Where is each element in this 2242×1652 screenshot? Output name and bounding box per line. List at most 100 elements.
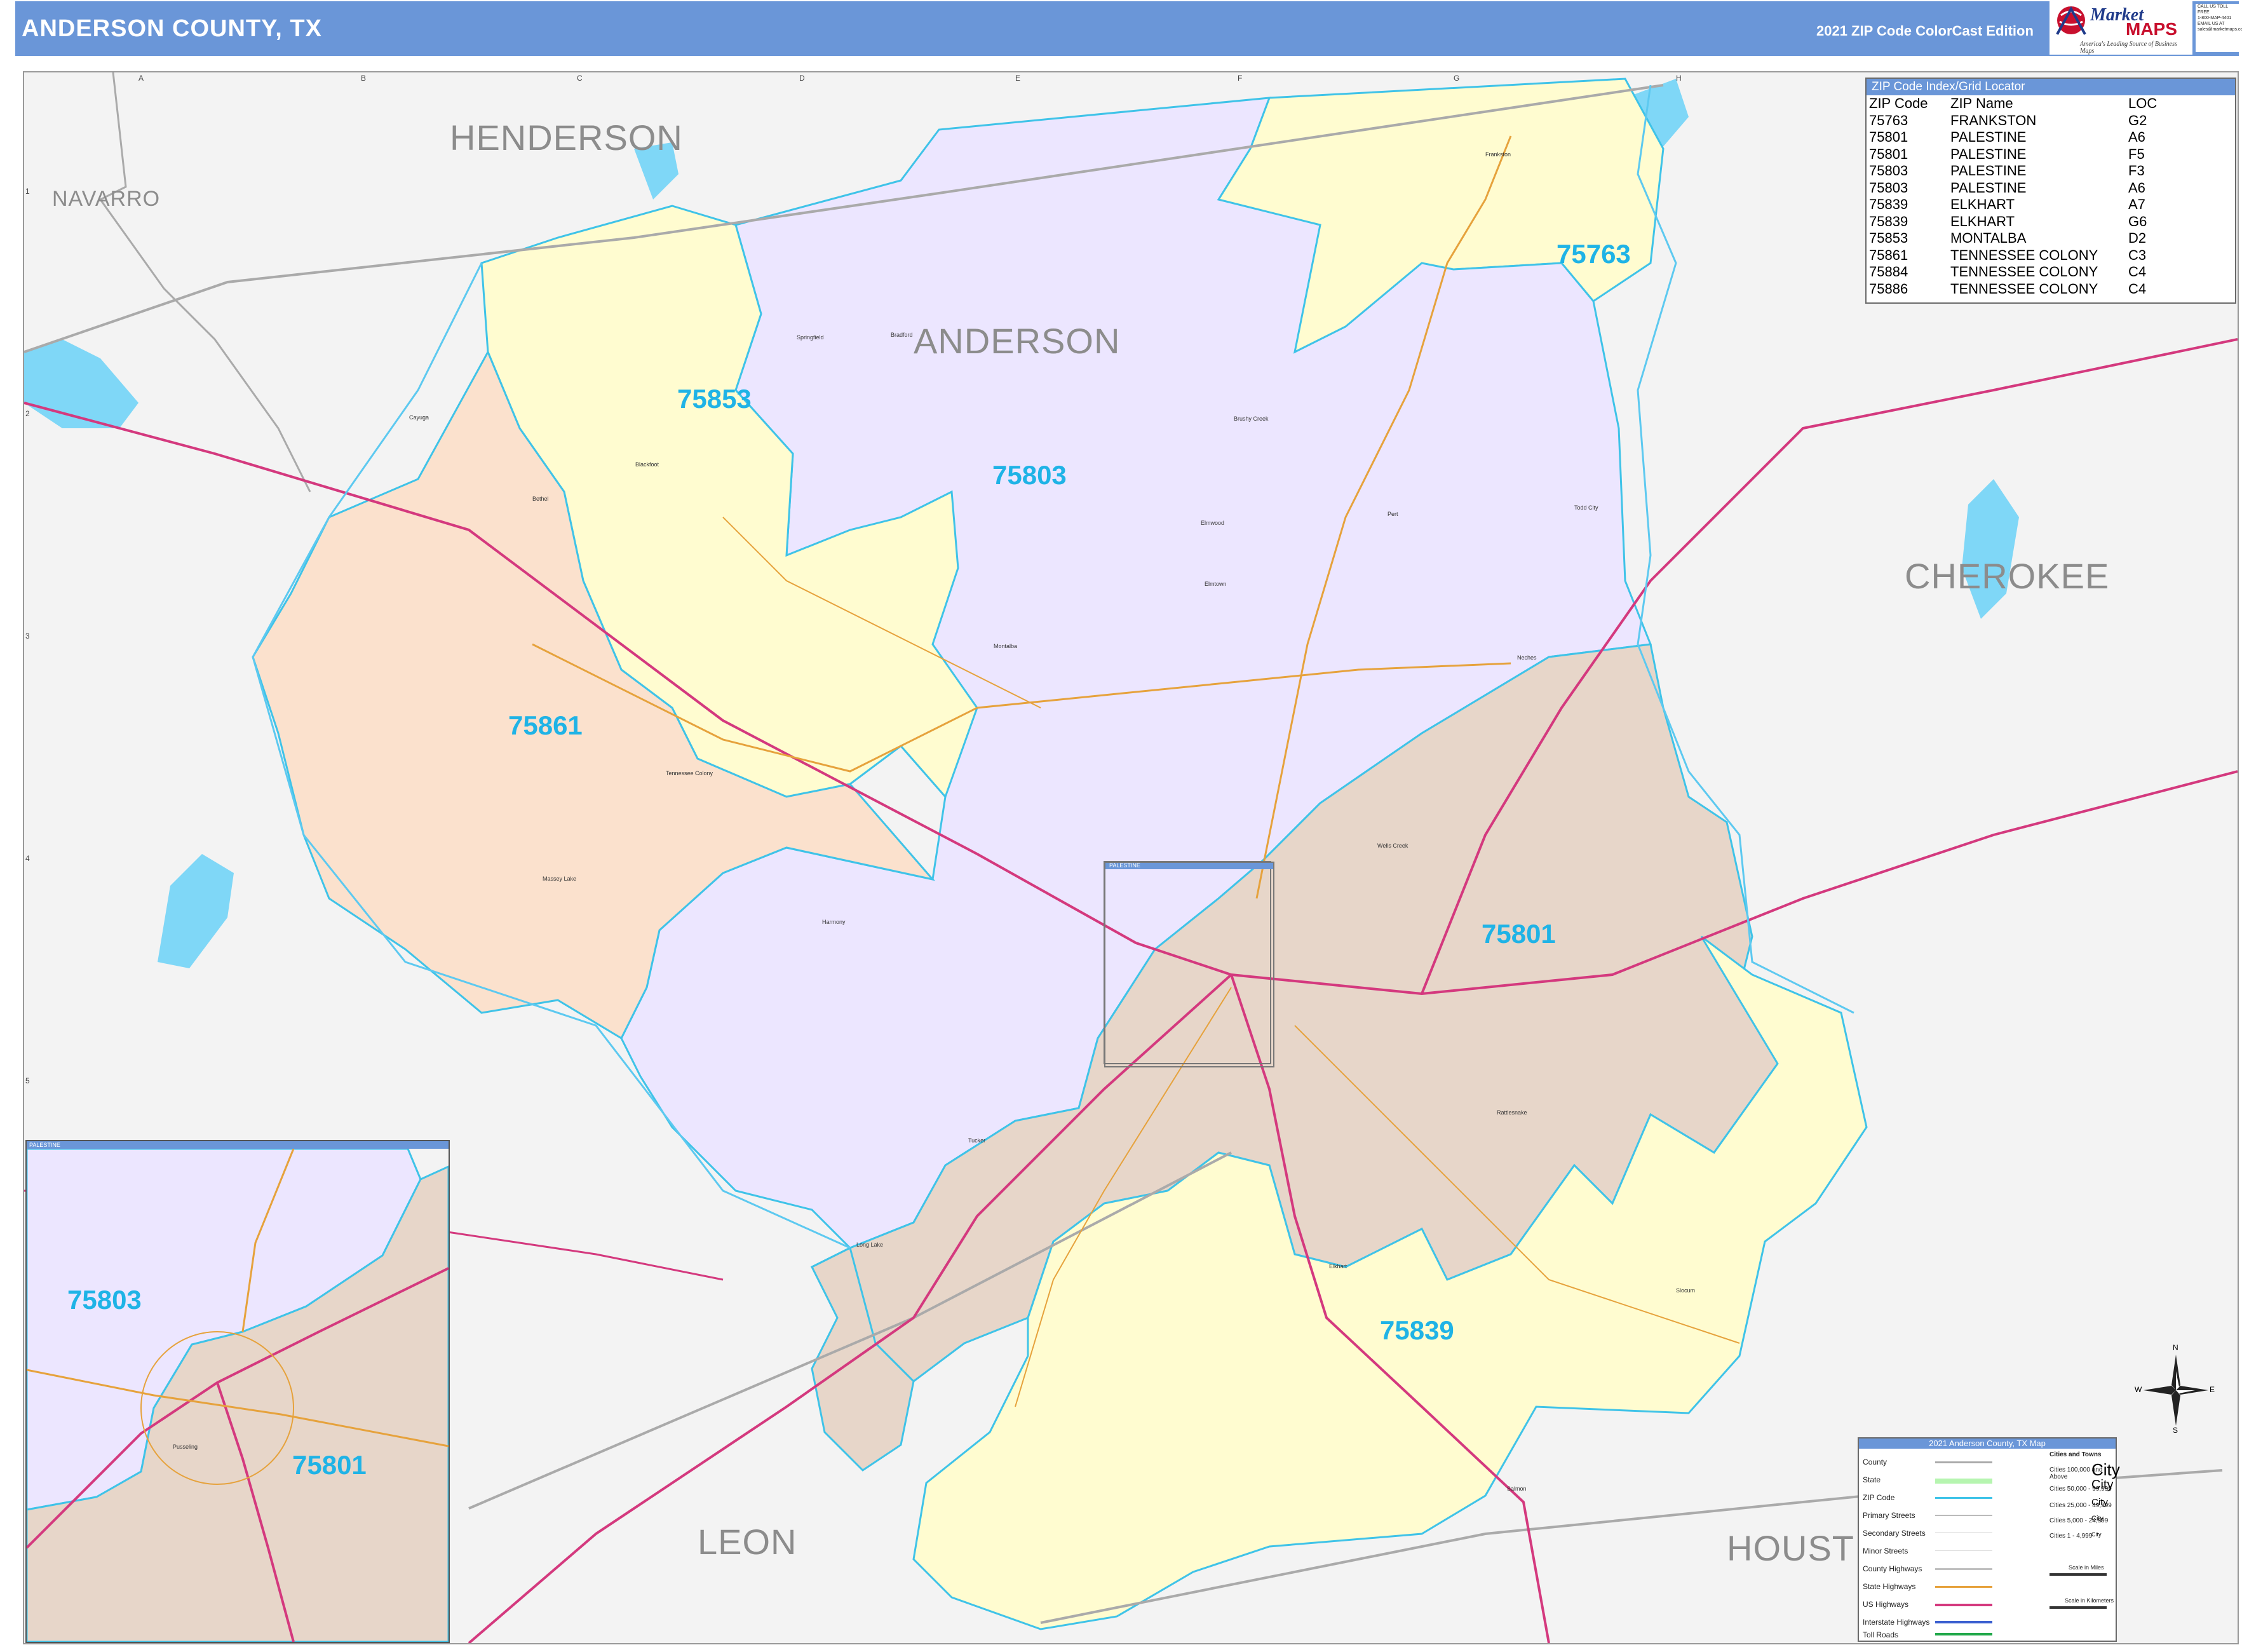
- grid-col-h: H: [1676, 74, 1682, 83]
- zip-cell: 75803: [1869, 163, 1908, 179]
- compass-n: N: [2173, 1343, 2178, 1352]
- town-label: Long Lake: [856, 1242, 884, 1248]
- inset-title: PALESTINE: [29, 1142, 60, 1148]
- loc-cell: C4: [2128, 264, 2147, 280]
- legend-primary-symbol: [1935, 1515, 1992, 1516]
- table-row: 75853 MONTALBA D2: [1869, 230, 2166, 247]
- edition-label: 2021 ZIP Code ColorCast Edition: [1816, 23, 2034, 39]
- name-cell: PALESTINE: [1950, 163, 2027, 179]
- grid-col-b: B: [361, 74, 367, 83]
- legend-county-hwy-symbol: [1935, 1568, 1992, 1570]
- town-label: Pert: [1388, 511, 1398, 517]
- name-cell: PALESTINE: [1950, 146, 2027, 162]
- grid-col-e: E: [1015, 74, 1021, 83]
- legend-county-symbol: [1935, 1461, 1992, 1463]
- county-label-houston: HOUST: [1727, 1528, 1854, 1568]
- legend-scale-bar-miles: [2050, 1573, 2107, 1576]
- grid-row-2: 2: [25, 409, 30, 418]
- zip-cell: 75803: [1869, 179, 1908, 196]
- grid-col-g: G: [1454, 74, 1460, 83]
- grid-row-3: 3: [25, 632, 30, 640]
- loc-cell: C3: [2128, 247, 2147, 263]
- loc-cell: G6: [2128, 213, 2147, 229]
- legend-city-glyph-xl: City: [2091, 1460, 2120, 1479]
- legend-row: Primary Streets: [1863, 1511, 1915, 1520]
- grid-col-a: A: [138, 74, 144, 83]
- town-label: Harmony: [822, 919, 846, 925]
- legend-minor-symbol: [1935, 1550, 1992, 1551]
- table-row: 75839 ELKHART A7: [1869, 196, 2166, 213]
- zip-cell: 75861: [1869, 247, 1908, 263]
- compass-icon: [2144, 1355, 2208, 1426]
- palestine-inset-map[interactable]: PALESTINE 75803 75801 Pusseling: [25, 1140, 450, 1643]
- contact-box: CALL US TOLL FREE 1-800-MAP-4401 EMAIL U…: [2196, 4, 2242, 52]
- table-row: 75763 FRANKSTON G2: [1869, 112, 2166, 130]
- grid-col-c: C: [577, 74, 583, 83]
- town-label: Todd City: [1574, 504, 1598, 511]
- legend-title: 2021 Anderson County, TX Map: [1859, 1439, 2116, 1449]
- zip-index-table: ZIP Code Index/Grid Locator ZIP Code ZIP…: [1865, 78, 2236, 304]
- loc-cell: F5: [2128, 146, 2145, 162]
- legend-interstate-symbol: [1935, 1621, 1992, 1623]
- town-label: Elmwood: [1201, 520, 1225, 526]
- name-cell: PALESTINE: [1950, 179, 2027, 196]
- town-label: Pusseling: [173, 1444, 198, 1450]
- table-row: 75801 PALESTINE A6: [1869, 129, 2166, 146]
- town-label: Brushy Creek: [1234, 416, 1269, 422]
- logo-tagline: America's Leading Source of Business Map…: [2080, 41, 2177, 55]
- compass-e: E: [2210, 1385, 2215, 1394]
- zip-cell: 75884: [1869, 264, 1908, 280]
- name-cell: ELKHART: [1950, 196, 2015, 212]
- name-cell: TENNESSEE COLONY: [1950, 280, 2098, 297]
- county-label-leon: LEON: [698, 1522, 797, 1562]
- palestine-locator-bar: PALESTINE: [1105, 862, 1273, 869]
- zip-index-grid: ZIP Code ZIP Name LOC 75763 FRANKSTON G2 7…: [1869, 95, 2166, 297]
- loc-cell: A6: [2128, 179, 2145, 196]
- map-title: ANDERSON COUNTY, TX: [22, 15, 322, 42]
- table-row: 75803 PALESTINE A6: [1869, 180, 2166, 197]
- zip-cell: 75801: [1869, 146, 1908, 162]
- town-label: Blackfoot: [635, 461, 659, 468]
- town-label: Elmtown: [1205, 581, 1227, 587]
- town-label: Wells Creek: [1377, 843, 1408, 849]
- town-label: Neches: [1517, 654, 1537, 661]
- name-cell: PALESTINE: [1950, 129, 2027, 145]
- legend-row: Toll Roads: [1863, 1630, 1899, 1639]
- name-cell: ELKHART: [1950, 213, 2015, 229]
- table-row: 75839 ELKHART G6: [1869, 213, 2166, 231]
- county-label-henderson: HENDERSON: [450, 118, 683, 158]
- column-header: ZIP Code: [1869, 95, 1928, 111]
- loc-cell: F3: [2128, 163, 2145, 179]
- legend-row: County: [1863, 1458, 1887, 1466]
- name-cell: TENNESSEE COLONY: [1950, 247, 2098, 263]
- legend-city-glyph-md: City: [2091, 1497, 2108, 1508]
- town-label: Tucker: [968, 1137, 986, 1144]
- compass-s: S: [2173, 1426, 2178, 1435]
- zip-label-75803: 75803: [992, 460, 1067, 490]
- county-label-navarro: NAVARRO: [52, 187, 161, 211]
- zip-label-75763: 75763: [1557, 239, 1631, 269]
- inset-title-bar: PALESTINE: [27, 1141, 449, 1149]
- legend-state-symbol: [1935, 1479, 1992, 1484]
- contact-line: 1-800-MAP-4401: [2198, 16, 2232, 20]
- legend-scale-miles: Scale in Miles: [2069, 1564, 2104, 1571]
- zip-cell: 75801: [1869, 129, 1908, 145]
- zip-cell: 75763: [1869, 112, 1908, 128]
- legend-row: Minor Streets: [1863, 1547, 1908, 1555]
- town-label: Bradford: [891, 332, 913, 338]
- town-label: Springfield: [797, 334, 824, 341]
- legend-row: State: [1863, 1475, 1881, 1484]
- palestine-locator-box[interactable]: PALESTINE: [1104, 862, 1274, 1067]
- map-legend: 2021 Anderson County, TX Map County Stat…: [1858, 1437, 2120, 1642]
- town-label: Slocum: [1676, 1287, 1696, 1294]
- loc-cell: G2: [2128, 112, 2147, 128]
- grid-row-1: 1: [25, 187, 30, 196]
- town-label: Elkhart: [1329, 1263, 1347, 1269]
- legend-row: Interstate Highways: [1863, 1618, 1930, 1627]
- inset-zip-label-75803: 75803: [67, 1285, 142, 1315]
- zip-cell: 75839: [1869, 213, 1908, 229]
- market-maps-logo[interactable]: Market MAPS America's Leading Source of …: [2050, 0, 2192, 55]
- town-label: Rattlesnake: [1497, 1109, 1527, 1116]
- legend-row: ZIP Code: [1863, 1493, 1895, 1502]
- town-label: Massey Lake: [543, 876, 577, 882]
